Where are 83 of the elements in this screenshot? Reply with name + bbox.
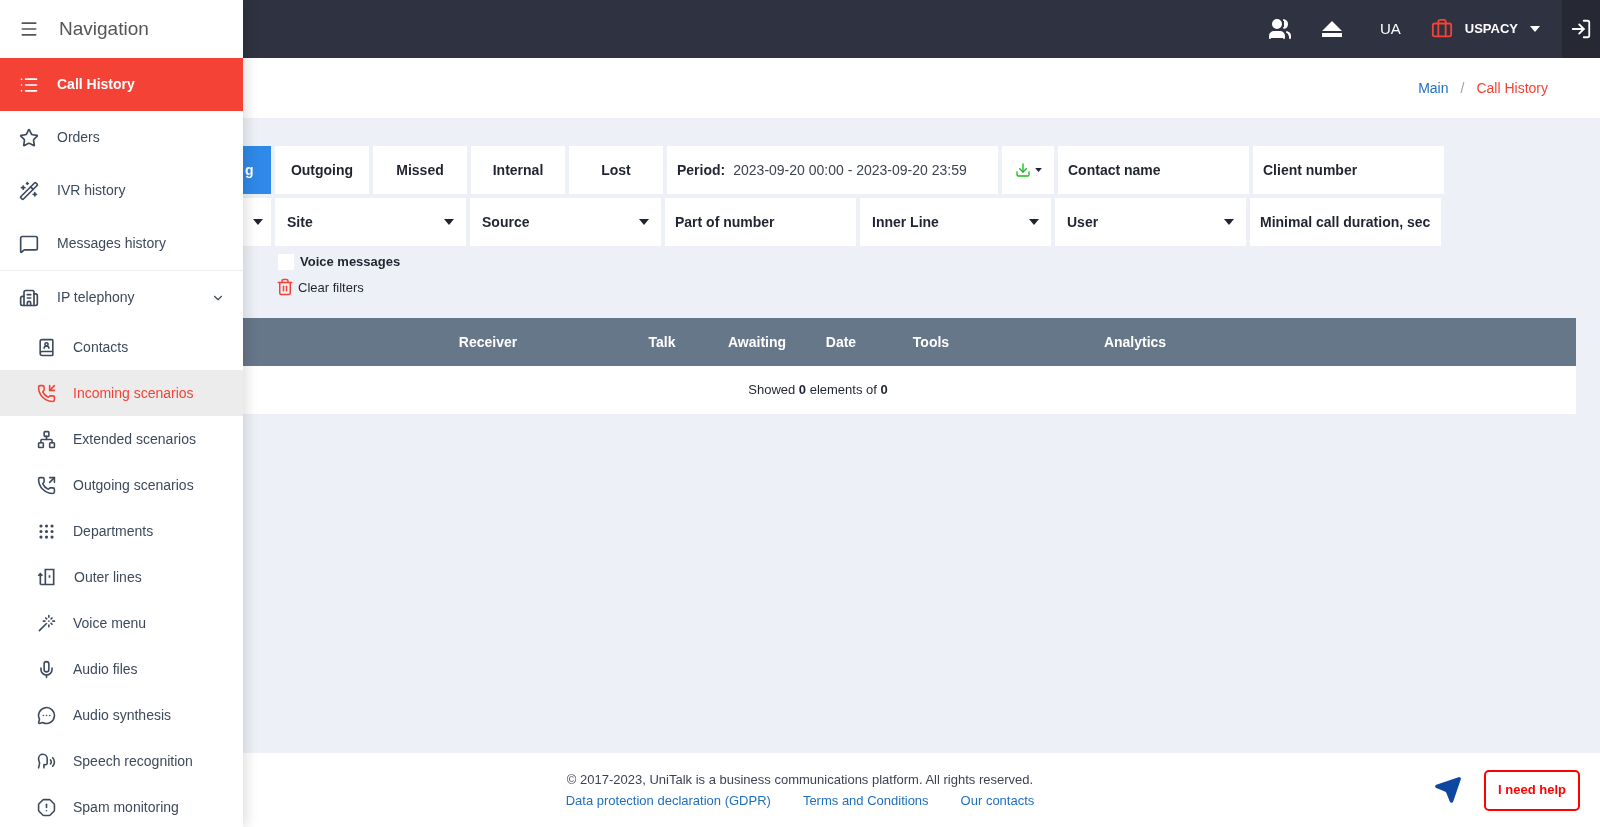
dot-grid-icon bbox=[37, 521, 56, 541]
nav-subitem[interactable]: Voice menu bbox=[0, 600, 243, 646]
nav-item[interactable]: Orders bbox=[0, 111, 243, 164]
speaking-head-icon bbox=[37, 751, 56, 771]
nav-subitem[interactable]: Outgoing scenarios bbox=[0, 462, 243, 508]
column-header: Receiver bbox=[457, 332, 519, 352]
column-header: Analytics bbox=[1102, 332, 1168, 352]
column-header: Talk bbox=[647, 332, 677, 352]
nav-item[interactable]: IP telephony bbox=[0, 270, 243, 324]
magic-wand-icon bbox=[37, 613, 56, 633]
caret-icon bbox=[1530, 26, 1540, 32]
magic-wand-icon bbox=[19, 180, 39, 201]
account-menu[interactable]: USPACY bbox=[1464, 19, 1540, 39]
logout-button[interactable] bbox=[1562, 0, 1600, 58]
filter-dropdown[interactable]: Source bbox=[470, 198, 661, 246]
chat-bubble-icon bbox=[37, 705, 56, 725]
copyright-text: © 2017-2023, UniTalk is a business communications platform. All rights reserved. bbox=[566, 770, 1034, 789]
filter-dropdown[interactable]: User bbox=[1055, 198, 1246, 246]
language-button[interactable]: UA bbox=[1379, 17, 1401, 41]
caret-icon bbox=[253, 219, 263, 225]
filter-input[interactable]: Client number bbox=[1253, 146, 1444, 194]
eject-icon[interactable] bbox=[1321, 21, 1342, 37]
caret-icon bbox=[1029, 219, 1039, 225]
filter-input[interactable]: Part of number bbox=[665, 198, 856, 246]
incoming-call-icon bbox=[37, 383, 56, 403]
chat-bubble-icon bbox=[19, 233, 39, 254]
call-type-tab[interactable]: Lost bbox=[569, 146, 663, 194]
footer-link[interactable]: Our contacts bbox=[960, 791, 1035, 811]
breadcrumb-link[interactable]: Main bbox=[1418, 77, 1449, 99]
hierarchy-icon bbox=[37, 429, 56, 449]
filter-input[interactable]: Contact name bbox=[1058, 146, 1249, 194]
call-type-tab[interactable]: g bbox=[243, 146, 271, 194]
call-type-tab[interactable]: Outgoing bbox=[275, 146, 369, 194]
drawer-title: Navigation bbox=[59, 16, 149, 41]
microphone-icon bbox=[37, 659, 56, 679]
footer-link[interactable]: Data protection declaration (GDPR) bbox=[565, 791, 771, 811]
nav-subitem[interactable]: Spam monitoring bbox=[0, 784, 243, 827]
nav-item[interactable]: Call History bbox=[0, 58, 243, 111]
address-book-icon bbox=[37, 337, 56, 357]
caret-icon bbox=[444, 219, 454, 225]
logout-icon bbox=[1570, 18, 1592, 40]
outer-lines-icon bbox=[37, 567, 57, 587]
nav-subitem[interactable]: Extended scenarios bbox=[0, 416, 243, 462]
table-summary: Showed 0 elements of 0 bbox=[748, 381, 888, 400]
caret-icon bbox=[639, 219, 649, 225]
filter-dropdown[interactable] bbox=[243, 198, 271, 246]
nav-subitem[interactable]: Outer lines bbox=[0, 554, 243, 600]
column-header: Tools bbox=[911, 332, 951, 352]
period-field[interactable]: Period: 2023-09-20 00:00 - 2023-09-20 23:59 bbox=[667, 146, 998, 194]
filter-input[interactable]: Minimal call duration, sec bbox=[1250, 198, 1441, 246]
download-icon bbox=[1014, 162, 1031, 178]
paper-plane-icon[interactable] bbox=[1434, 776, 1463, 804]
period-label: Period: bbox=[677, 160, 726, 180]
breadcrumb-separator: / bbox=[1460, 78, 1465, 98]
nav-item[interactable]: Messages history bbox=[0, 217, 243, 270]
caret-icon bbox=[1034, 168, 1042, 172]
briefcase-icon[interactable] bbox=[1430, 18, 1453, 40]
trash-icon bbox=[276, 278, 294, 297]
menu-icon[interactable] bbox=[19, 19, 39, 39]
call-type-tab[interactable]: Internal bbox=[471, 146, 565, 194]
filter-dropdown[interactable]: Site bbox=[275, 198, 466, 246]
column-header: Date bbox=[824, 332, 858, 352]
breadcrumb-link[interactable]: Call History bbox=[1476, 77, 1548, 99]
outgoing-call-icon bbox=[37, 475, 56, 495]
building-icon bbox=[19, 287, 39, 308]
clear-filters-button[interactable]: Clear filters bbox=[276, 277, 1600, 297]
warning-icon bbox=[37, 797, 56, 817]
column-header: Awaiting bbox=[726, 332, 788, 352]
footer-link[interactable]: Terms and Conditions bbox=[802, 791, 929, 811]
filter-dropdown[interactable]: Inner Line bbox=[860, 198, 1051, 246]
call-type-tab[interactable]: Missed bbox=[373, 146, 467, 194]
nav-subitem[interactable]: Audio synthesis bbox=[0, 692, 243, 738]
users-icon[interactable] bbox=[1267, 17, 1292, 41]
nav-subitem[interactable]: Speech recognition bbox=[0, 738, 243, 784]
star-icon bbox=[19, 127, 39, 148]
nav-subitem[interactable]: Contacts bbox=[0, 324, 243, 370]
help-button[interactable]: I need help bbox=[1484, 769, 1580, 811]
checkbox-label: Voice messages bbox=[300, 253, 401, 271]
nav-item[interactable]: IVR history bbox=[0, 164, 243, 217]
period-value: 2023-09-20 00:00 - 2023-09-20 23:59 bbox=[733, 160, 967, 180]
nav-subitem[interactable]: Departments bbox=[0, 508, 243, 554]
caret-icon bbox=[1224, 219, 1234, 225]
nav-subitem[interactable]: Audio files bbox=[0, 646, 243, 692]
